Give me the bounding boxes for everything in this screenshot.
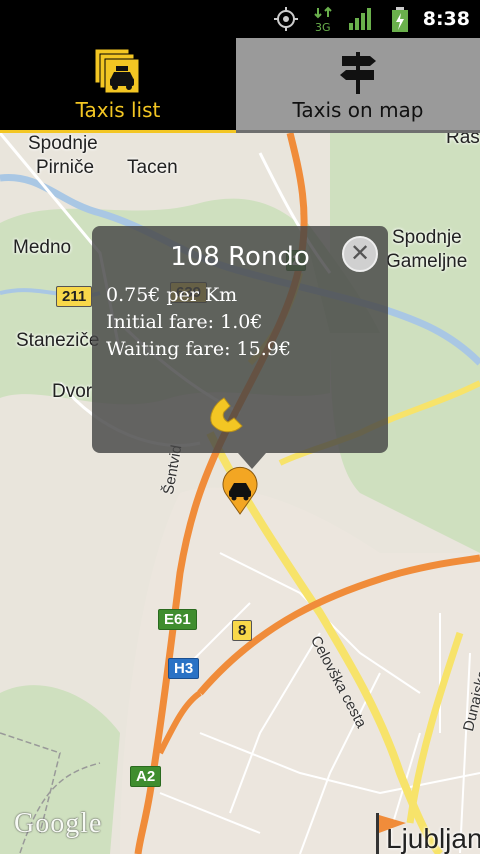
map-place-label: Tacen	[127, 157, 178, 178]
map-place-label: Spodnje	[28, 133, 98, 154]
tab-label: Taxis list	[75, 98, 161, 122]
taxi-list-icon	[94, 48, 142, 98]
map-place-label: Ras	[446, 133, 480, 148]
price-per-km: 0.75€ per Km	[106, 284, 238, 306]
gps-icon	[274, 7, 298, 35]
tab-label: Taxis on map	[292, 98, 424, 122]
close-button[interactable]: ✕	[342, 236, 378, 272]
data-network-icon: 3G	[313, 6, 335, 36]
map-place-label: Medno	[13, 237, 72, 258]
taxi-info-popup[interactable]: 108 Rondo ✕ 0.75€ per Km Initial fare: 1…	[92, 226, 388, 469]
road-shield: H3	[168, 658, 200, 679]
status-bar: 3G 8:38	[0, 0, 480, 38]
signpost-icon	[336, 48, 380, 98]
tab-taxis-on-map[interactable]: Taxis on map	[236, 38, 480, 133]
map-view[interactable]: Spodnje Pirniče Tacen Medno Spodnje Game…	[0, 133, 480, 854]
google-watermark: Google	[14, 808, 103, 839]
initial-fare: Initial fare: 1.0€	[106, 311, 263, 333]
svg-text:3G: 3G	[315, 21, 331, 32]
clock: 8:38	[422, 8, 470, 30]
map-place-label: Gameljne	[386, 251, 468, 272]
signal-icon	[348, 7, 376, 35]
road-shield: A2	[130, 766, 162, 787]
map-place-label: Pirniče	[36, 157, 95, 178]
tab-taxis-list[interactable]: Taxis list	[0, 38, 236, 133]
battery-charging-icon	[390, 7, 410, 37]
road-shield: 8	[232, 620, 253, 641]
map-place-label: Spodnje	[392, 227, 462, 248]
close-icon: ✕	[349, 239, 371, 267]
waiting-fare: Waiting fare: 15.9€	[106, 338, 291, 360]
map-place-label: Dvor	[52, 381, 93, 402]
tab-bar: Taxis list Taxis on map	[0, 38, 480, 133]
road-shield: E61	[158, 609, 197, 630]
road-shield: 211	[56, 286, 93, 307]
map-place-label: Staneziče	[16, 330, 100, 351]
